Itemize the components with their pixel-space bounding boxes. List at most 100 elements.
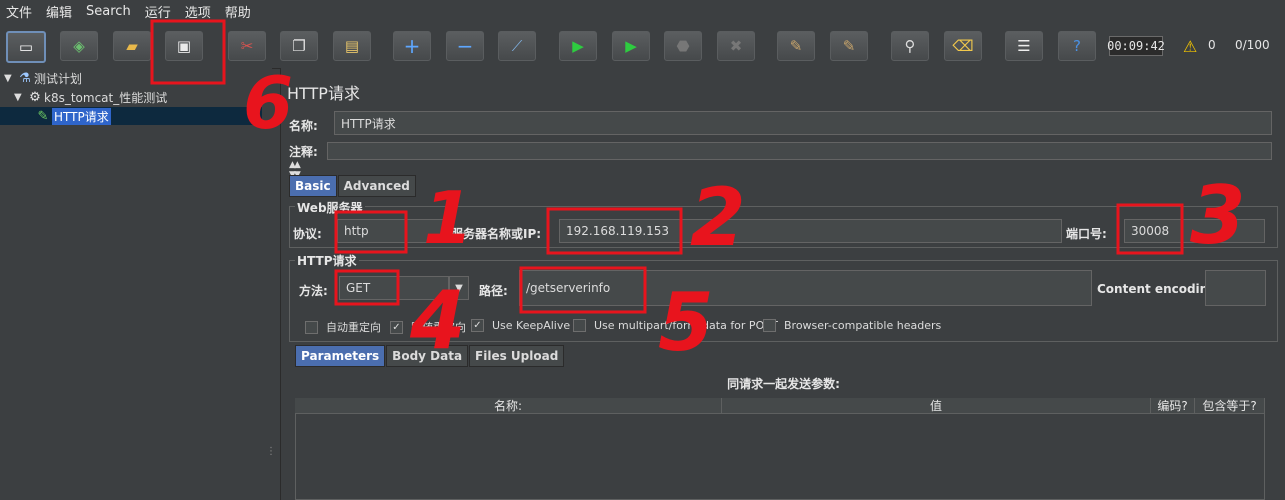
checkbox-icon[interactable] [305, 320, 318, 334]
new-button[interactable]: ▭ [6, 31, 46, 63]
collapse-icon: − [456, 34, 474, 58]
port-field[interactable]: 30008 [1124, 219, 1265, 243]
flask-icon: ⚗ [19, 70, 31, 86]
function-helper-button[interactable]: ☰ [1005, 31, 1043, 61]
help-icon: ? [1073, 36, 1081, 55]
collapse-button[interactable]: − [446, 31, 484, 61]
splitter-grip-icon[interactable]: ⋮ [266, 446, 276, 457]
paste-button[interactable]: ▤ [333, 31, 371, 61]
open-icon: ▰ [126, 36, 138, 55]
start-button[interactable]: ▶ [559, 31, 597, 61]
menu-options[interactable]: 选项 [185, 2, 211, 21]
checkbox-label: Browser-compatible headers [784, 319, 942, 332]
checkbox-label: 跟随重定向 [411, 321, 466, 334]
search-button[interactable]: ⚲ [891, 31, 929, 61]
column-header-include-equals[interactable]: 包含等于? [1195, 398, 1265, 414]
cut-button[interactable]: ✂ [228, 31, 266, 61]
clear-all-button[interactable]: ✎ [830, 31, 868, 61]
warning-count: 0 [1208, 38, 1216, 52]
menu-help[interactable]: 帮助 [225, 2, 251, 21]
templates-button[interactable]: ◈ [60, 31, 98, 61]
server-field[interactable]: 192.168.119.153 [559, 219, 1062, 243]
checkbox-label: 自动重定向 [326, 321, 381, 334]
request-tabs: Parameters Body Data Files Upload [295, 345, 565, 367]
redirect-auto-checkbox[interactable]: 自动重定向 [305, 319, 381, 335]
pen-icon: ✎ [37, 108, 49, 124]
http-request-panel: HTTP请求 名称: HTTP请求 注释: ▲▲▼▼ Basic Advance… [280, 68, 1285, 500]
toggle-button[interactable]: ⟋ [498, 31, 536, 61]
checkmark-icon[interactable]: ✓ [471, 319, 484, 332]
chevron-down-icon[interactable]: ▼ [449, 276, 469, 300]
keepalive-checkbox[interactable]: ✓ Use KeepAlive [471, 319, 570, 332]
port-label: 端口号: [1066, 227, 1107, 241]
copy-icon: ❐ [292, 36, 306, 55]
menu-search[interactable]: Search [86, 4, 131, 19]
start-no-pause-button[interactable]: ▶ [612, 31, 650, 61]
menu-bar: 文件 编辑 Search 运行 选项 帮助 [0, 0, 1285, 22]
warning-icon: ⚠ [1183, 37, 1198, 56]
parameters-caption: 同请求一起发送参数: [727, 377, 840, 391]
tab-basic[interactable]: Basic [289, 175, 337, 197]
expand-button[interactable]: + [393, 31, 431, 61]
stop-button[interactable]: ⬣ [664, 31, 702, 61]
copy-button[interactable]: ❐ [280, 31, 318, 61]
tab-files-upload[interactable]: Files Upload [469, 345, 565, 367]
menu-edit[interactable]: 编辑 [46, 2, 72, 21]
gear-icon: ⚙ [29, 89, 41, 105]
splitter[interactable] [262, 68, 272, 500]
save-icon: ▣ [176, 36, 192, 55]
reset-search-icon: ⌫ [952, 36, 974, 55]
checkbox-label: Use multipart/form-data for POST [594, 319, 778, 332]
tree-item-thread-group[interactable]: ▼ ⚙ k8s_tomcat_性能测试 [14, 88, 167, 106]
multipart-checkbox[interactable]: Use multipart/form-data for POST [573, 319, 778, 332]
menu-file[interactable]: 文件 [6, 2, 32, 21]
cut-icon: ✂ [240, 36, 254, 55]
browser-headers-checkbox[interactable]: Browser-compatible headers [763, 319, 941, 332]
save-button[interactable]: ▣ [165, 31, 203, 61]
protocol-label: 协议: [293, 227, 322, 241]
column-header-name[interactable]: 名称: [295, 398, 722, 414]
tab-body-data[interactable]: Body Data [386, 345, 469, 367]
toggle-icon: ⟋ [511, 36, 523, 55]
start-no-pause-icon: ▶ [625, 36, 637, 55]
checkbox-icon[interactable] [573, 319, 586, 332]
tab-advanced[interactable]: Advanced [337, 175, 416, 197]
http-request-title: HTTP请求 [295, 252, 359, 269]
tree-item-test-plan[interactable]: ▼ ⚗ 测试计划 [4, 69, 82, 87]
page-title: HTTP请求 [287, 84, 360, 103]
comment-field[interactable] [327, 142, 1272, 160]
checkbox-label: Use KeepAlive [492, 319, 571, 332]
name-field[interactable]: HTTP请求 [334, 111, 1272, 135]
tree-item-http-request[interactable]: ✎ HTTP请求 [0, 107, 262, 125]
active-threads: 0/100 [1235, 38, 1270, 52]
encoding-field[interactable] [1205, 270, 1266, 306]
tab-parameters[interactable]: Parameters [295, 345, 386, 367]
method-select[interactable]: GET [339, 276, 449, 300]
expand-icon: + [403, 34, 421, 58]
open-button[interactable]: ▰ [113, 31, 151, 61]
reset-search-button[interactable]: ⌫ [944, 31, 982, 61]
expand-arrow-icon[interactable]: ▼ [4, 73, 16, 84]
server-label: 服务器名称或IP: [451, 227, 542, 241]
clear-button[interactable]: ✎ [777, 31, 815, 61]
web-server-title: Web服务器 [295, 199, 365, 216]
parameters-table-header: 名称: 值 编码? 包含等于? [295, 398, 1265, 414]
test-plan-tree: ▼ ⚗ 测试计划 ▼ ⚙ k8s_tomcat_性能测试 ✎ HTTP请求 [0, 68, 263, 500]
menu-run[interactable]: 运行 [145, 2, 171, 21]
checkmark-icon[interactable]: ✓ [390, 320, 403, 334]
comment-label: 注释: [289, 145, 318, 159]
method-label: 方法: [299, 284, 328, 298]
shutdown-button[interactable]: ✖ [717, 31, 755, 61]
path-field[interactable]: /getserverinfo [519, 270, 1092, 306]
expand-arrow-icon[interactable]: ▼ [14, 92, 26, 103]
stop-icon: ⬣ [676, 36, 690, 55]
shutdown-icon: ✖ [729, 36, 743, 55]
column-header-encode[interactable]: 编码? [1151, 398, 1195, 414]
help-button[interactable]: ? [1058, 31, 1096, 61]
follow-redirects-checkbox[interactable]: ✓ 跟随重定向 [390, 319, 466, 335]
column-header-value[interactable]: 值 [722, 398, 1151, 414]
path-label: 路径: [479, 284, 508, 298]
tree-item-label: HTTP请求 [52, 107, 111, 125]
protocol-field[interactable]: http [337, 219, 445, 243]
checkbox-icon[interactable] [763, 319, 776, 332]
